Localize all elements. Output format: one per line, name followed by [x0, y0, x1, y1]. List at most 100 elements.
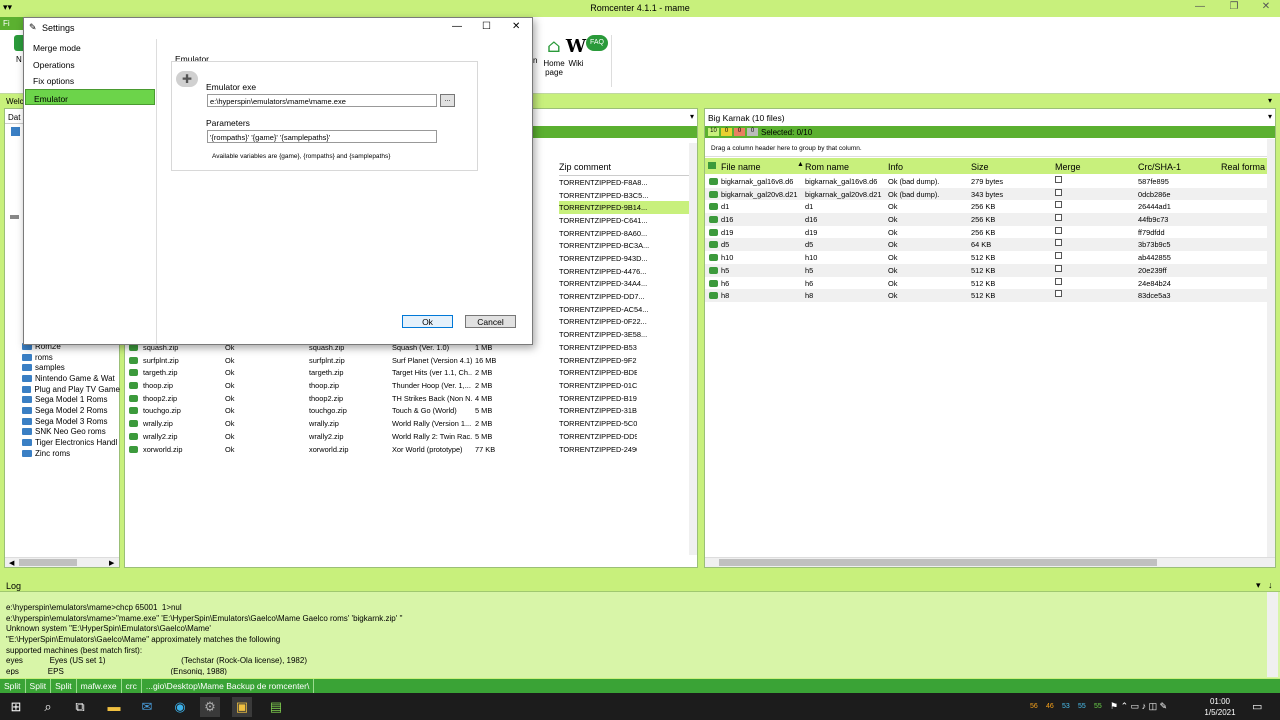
notifications-icon[interactable]: ▭	[1252, 700, 1262, 713]
clock-date[interactable]: 1/5/2021	[1198, 708, 1242, 717]
mail-icon[interactable]: ✉	[137, 697, 157, 717]
zip-comment-cell[interactable]: TORRENTZIPPED-9B14...	[559, 201, 689, 215]
nav-merge-mode[interactable]: Merge mode	[25, 39, 156, 56]
zip-comment-cell[interactable]: TORRENTZIPPED-AC54...	[559, 303, 689, 316]
table-row[interactable]: wrally.zip Ok wrally.zip World Rally (Versi…	[125, 417, 641, 430]
dialog-close-icon[interactable]: ✕	[512, 21, 520, 32]
ok-button[interactable]: Ok	[402, 315, 453, 328]
table-row[interactable]: bigkarnak_gal16v8.d6 bigkarnak_gal16v8.d6…	[705, 175, 1267, 188]
table-row[interactable]: d1 d1 Ok 256 KB 26444ad1	[705, 200, 1267, 213]
windows-start-icon[interactable]: ⊞	[6, 697, 26, 717]
scroll-thumb[interactable]	[19, 559, 77, 566]
table-row[interactable]: bigkarnak_gal20v8.d21 bigkarnak_gal20v8.d…	[705, 187, 1267, 201]
merge-checkbox[interactable]	[1055, 277, 1062, 285]
emulator-exe-input[interactable]: e:\hyperspin\emulators\mame\mame.exe	[207, 94, 437, 107]
table-row[interactable]: d16 d16 Ok 256 KB 44fb9c73	[705, 213, 1267, 226]
table-row[interactable]: targeth.zip Ok targeth.zip Target Hits (ver…	[125, 366, 641, 379]
tree-item[interactable]: roms	[22, 352, 120, 363]
tree-item[interactable]: Tiger Electronics Handl	[22, 437, 120, 448]
table-row[interactable]: h6 h6 Ok 512 KB 24e84b24	[705, 277, 1267, 290]
tree-item[interactable]: Plug and Play TV Game	[22, 384, 120, 395]
collapse-ribbon-icon[interactable]: ▾	[1268, 96, 1272, 105]
nav-operations[interactable]: Operations	[25, 56, 156, 73]
zip-comment-cell[interactable]: TORRENTZIPPED-3E58...	[559, 328, 689, 341]
edge-icon[interactable]: ◉	[170, 697, 190, 717]
zip-comment-cell[interactable]: TORRENTZIPPED-C641...	[559, 214, 689, 227]
clock-time[interactable]: 01:00	[1205, 697, 1235, 706]
nav-emulator[interactable]: Emulator	[25, 88, 155, 105]
real-format-column-header[interactable]: Real forma	[1221, 162, 1265, 172]
log-vscrollbar[interactable]	[1267, 592, 1278, 677]
table-row[interactable]: touchgo.zip Ok touchgo.zip Touch & Go (Worl…	[125, 404, 641, 417]
tree-item[interactable]: Zinc roms	[22, 448, 120, 459]
crc-column-header[interactable]: Crc/SHA-1	[1138, 162, 1181, 172]
left-hscrollbar[interactable]: ◀ ▶	[5, 557, 119, 567]
tree-item[interactable]: SNK Neo Geo roms	[22, 427, 120, 438]
tree-item[interactable]: Sega Model 1 Roms	[22, 394, 120, 405]
merge-checkbox[interactable]	[1055, 226, 1062, 234]
tree-item[interactable]: samples	[22, 362, 120, 373]
info-column-header[interactable]: Info	[888, 162, 903, 172]
file-explorer-icon[interactable]: ▬	[104, 697, 124, 717]
status-item[interactable]: crc	[122, 679, 142, 693]
zip-comment-cell[interactable]: TORRENTZIPPED-B3C5...	[559, 189, 689, 202]
merge-checkbox[interactable]	[1055, 201, 1062, 209]
right-pane-menu-icon[interactable]: ▾	[1268, 112, 1272, 121]
table-row[interactable]: thoop2.zip Ok thoop2.zip TH Strikes Back (N…	[125, 392, 641, 405]
tray-icons[interactable]: ⚑ ⌃ ▭ ♪ ◫ ✎	[1110, 701, 1167, 712]
tree-item[interactable]: Nintendo Game & Wat	[22, 373, 120, 384]
faq-icon[interactable]: FAQ	[586, 35, 608, 51]
app-taskbar-icon[interactable]: ▣	[232, 697, 252, 717]
nav-fix-options[interactable]: Fix options	[25, 72, 156, 89]
tree-item[interactable]: Sega Model 3 Roms	[22, 416, 120, 427]
search-icon[interactable]: ⌕	[38, 697, 58, 717]
table-row[interactable]: d19 d19 Ok 256 KB ff79dfdd	[705, 226, 1267, 239]
status-item[interactable]: mafw.exe	[77, 679, 122, 693]
zip-comment-cell[interactable]: TORRENTZIPPED-4476...	[559, 265, 689, 278]
merge-checkbox[interactable]	[1055, 214, 1062, 222]
zip-comment-cell[interactable]: TORRENTZIPPED-BC3A...	[559, 239, 689, 252]
log-menu-icon[interactable]: ▾	[1256, 580, 1261, 591]
table-row[interactable]: d5 d5 Ok 64 KB 3b73b9c5	[705, 238, 1267, 252]
welcome-tab[interactable]: Welc	[6, 97, 24, 106]
file-name-column-header[interactable]: File name	[721, 162, 761, 172]
zip-comment-cell[interactable]: TORRENTZIPPED-F8A8...	[559, 176, 689, 189]
cancel-button[interactable]: Cancel	[465, 315, 516, 328]
zip-comment-cell[interactable]: TORRENTZIPPED-34A4...	[559, 278, 689, 291]
file-tab[interactable]: Fi	[0, 17, 24, 30]
status-item[interactable]: Split	[26, 679, 52, 693]
table-row[interactable]: wrally2.zip Ok wrally2.zip World Rally 2: T…	[125, 430, 641, 443]
merge-checkbox[interactable]	[1055, 252, 1062, 260]
zip-comment-cell[interactable]: TORRENTZIPPED-DD7...	[559, 290, 689, 303]
merge-checkbox[interactable]	[1055, 188, 1062, 196]
size-column-header[interactable]: Size	[971, 162, 989, 172]
status-item[interactable]: Split	[51, 679, 77, 693]
right-hscrollbar[interactable]	[705, 557, 1275, 567]
table-row[interactable]: h5 h5 Ok 512 KB 20e239ff	[705, 263, 1267, 277]
mid-pane-menu-icon[interactable]: ▾	[690, 112, 694, 121]
table-row[interactable]: xorworld.zip Ok xorworld.zip Xor World (pro…	[125, 443, 641, 456]
right-vscrollbar[interactable]	[1267, 139, 1275, 557]
zip-comment-column-header[interactable]: Zip comment	[559, 162, 611, 172]
dialog-minimize-icon[interactable]: —	[452, 21, 462, 32]
merge-column-header[interactable]: Merge	[1055, 162, 1081, 172]
table-row[interactable]: surfplnt.zip Ok surfplnt.zip Surf Planet (V…	[125, 354, 641, 367]
tree-item[interactable]: Sega Model 2 Roms	[22, 405, 120, 416]
status-item[interactable]: ...gio\Desktop\Mame Backup de romcenter\	[142, 679, 315, 693]
parameters-input[interactable]: '{rompaths}' '{game}' '{samplepaths}'	[207, 130, 437, 143]
dialog-maximize-icon[interactable]: ☐	[482, 21, 491, 32]
mid-vscrollbar[interactable]	[689, 143, 697, 555]
merge-checkbox[interactable]	[1055, 239, 1062, 247]
editor-taskbar-icon[interactable]: ▤	[266, 697, 286, 717]
scroll-thumb[interactable]	[719, 559, 1157, 566]
rom-name-column-header[interactable]: Rom name	[805, 162, 849, 172]
merge-checkbox[interactable]	[1055, 176, 1062, 183]
table-row[interactable]: thoop.zip Ok thoop.zip Thunder Hoop (Ver. 1…	[125, 379, 641, 392]
romcenter-taskbar-icon[interactable]: ⚙	[200, 697, 220, 717]
merge-checkbox[interactable]	[1055, 290, 1062, 298]
task-view-icon[interactable]: ⧉	[70, 697, 90, 717]
browse-button[interactable]: ...	[440, 94, 455, 107]
merge-checkbox[interactable]	[1055, 264, 1062, 272]
zip-comment-cell[interactable]: TORRENTZIPPED-943D...	[559, 252, 689, 265]
table-row[interactable]: h10 h10 Ok 512 KB ab442855	[705, 251, 1267, 264]
